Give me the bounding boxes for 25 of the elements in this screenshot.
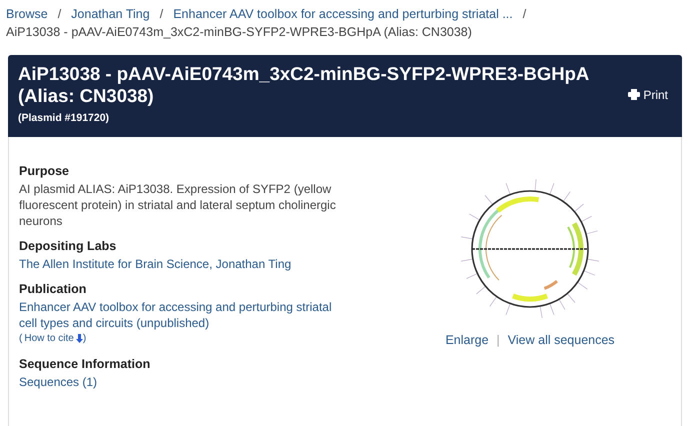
how-to-cite-link[interactable]: How to cite [24, 330, 74, 347]
publication-link[interactable]: Enhancer AAV toolbox for accessing and perturbing striatal cell types and circuits (unpublished) [19, 298, 349, 331]
section-heading: Purpose [19, 162, 70, 179]
cite-bracket: ) [82, 332, 86, 346]
section-heading: Publication [19, 280, 88, 297]
purpose-text: AI plasmid ALIAS: AiP13038. Expression of SYFP2 (yellow fluorescent protein) in striatal and lateral septum cholinergic neurons [19, 180, 337, 229]
breadcrumb-link[interactable]: Jonathan Ting [71, 5, 150, 23]
breadcrumb-link[interactable]: Enhancer AAV toolbox for accessing and perturbing striatal ... [173, 5, 513, 23]
breadcrumb-separator: / [58, 6, 62, 23]
section-link[interactable]: Sequences (1) [19, 374, 349, 390]
section-heading: Depositing Labs [19, 238, 118, 254]
arrow-down-icon [76, 334, 83, 344]
breadcrumb-current: AiP13038 - pAAV-AiE0743m_3xC2-minBG-SYFP2-WPRE3-BGHpA (Alias: CN3038) [6, 24, 473, 41]
enlarge-link[interactable]: Enlarge [445, 330, 489, 350]
breadcrumb-separator: / [160, 6, 164, 23]
section-heading: Sequence Information [19, 356, 152, 372]
view-all-sequences-link[interactable]: View all sequences [508, 330, 615, 350]
plasmid-title: AiP13038 - pAAV-AiE0743m_3xC2-minBG-SYFP2-WPRE3-BGHpA (Alias: CN3038) [18, 63, 590, 107]
cite-bracket: ( [19, 332, 22, 346]
plasmid-number: (Plasmid #191720) [18, 111, 110, 126]
print-button[interactable]: Print [628, 86, 668, 104]
link-separator: | [496, 332, 500, 349]
breadcrumb-link[interactable]: Browse [6, 5, 48, 23]
section-link[interactable]: The Allen Institute for Brain Science, Jonathan Ting [19, 256, 349, 272]
breadcrumb-separator: / [522, 6, 526, 23]
